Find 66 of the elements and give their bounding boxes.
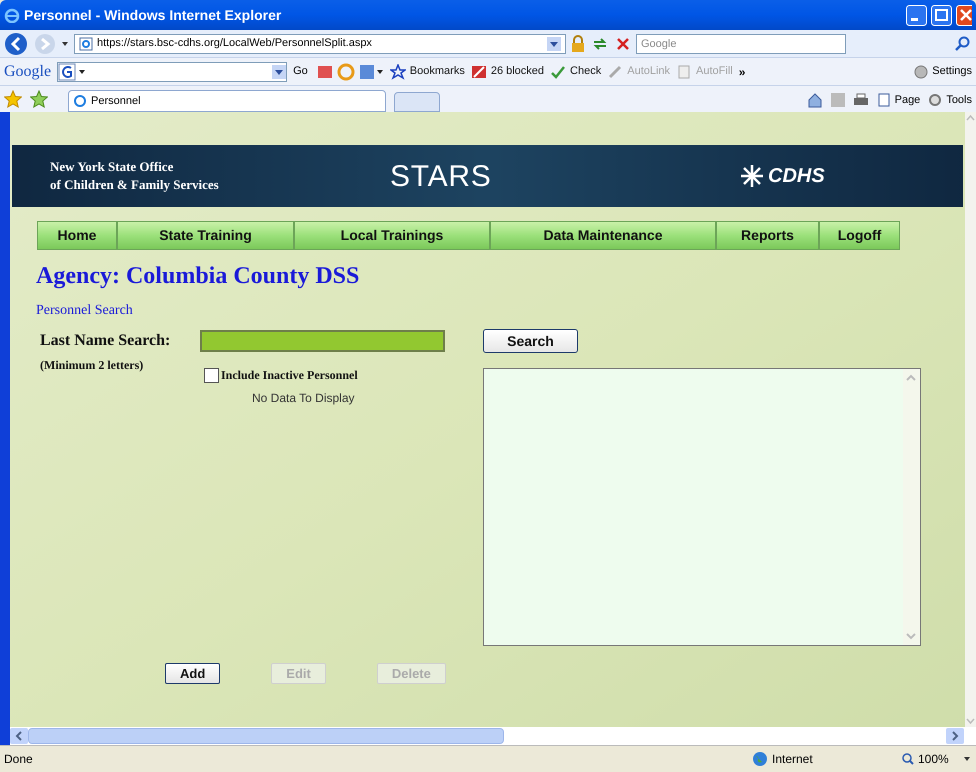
scroll-thumb[interactable] xyxy=(28,728,504,744)
empty-message: No Data To Display xyxy=(252,390,356,407)
more-button[interactable]: » xyxy=(738,62,746,80)
search-icon[interactable] xyxy=(954,34,972,52)
globe-icon xyxy=(752,751,768,767)
security-zone: Internet xyxy=(772,751,813,768)
minimize-button[interactable] xyxy=(906,4,927,26)
ie-logo-icon xyxy=(73,94,87,108)
nav-tab[interactable]: Local Trainings xyxy=(294,221,490,250)
nav-tab[interactable]: State Training xyxy=(117,221,294,250)
toolbar-button[interactable]: Bookmarks xyxy=(390,63,465,80)
maximize-button[interactable] xyxy=(931,4,952,26)
bookmarks-icon xyxy=(390,64,406,80)
go-button[interactable]: Go xyxy=(293,63,308,80)
google-search-field[interactable] xyxy=(57,62,288,82)
home-icon[interactable] xyxy=(806,92,823,108)
status-text: Done xyxy=(4,751,34,768)
dropdown-icon[interactable] xyxy=(547,36,561,50)
agency-heading: Agency: Columbia County DSS xyxy=(36,262,360,290)
emblem-icon xyxy=(740,164,764,188)
browser-tab[interactable]: Personnel xyxy=(68,90,386,112)
nav-tab[interactable]: Logoff xyxy=(819,221,900,250)
horizontal-scrollbar[interactable] xyxy=(0,727,976,745)
page-icon xyxy=(876,92,891,107)
checkbox-label: Include Inactive Personnel xyxy=(221,367,358,384)
google-logo: Google xyxy=(4,62,52,82)
add-favorite-icon[interactable] xyxy=(30,90,48,108)
gear-icon xyxy=(928,92,942,107)
page-scrollbar[interactable] xyxy=(965,112,976,727)
hint-text: (Minimum 2 letters) xyxy=(40,357,144,374)
organization-name: New York State Office xyxy=(50,158,174,176)
organization-name: of Children & Family Services xyxy=(50,176,220,194)
autolink-icon xyxy=(607,64,624,80)
zoom-button[interactable]: 100% xyxy=(902,750,962,768)
blocked-icon xyxy=(470,64,487,80)
settings-icon xyxy=(914,64,928,78)
search-field[interactable]: Google xyxy=(636,34,846,54)
check-icon xyxy=(550,64,566,80)
last-name-field[interactable] xyxy=(200,330,445,352)
autofill-icon xyxy=(676,64,692,80)
breadcrumb-link[interactable]: Personnel Search xyxy=(36,300,133,321)
page-icon xyxy=(79,36,93,50)
field-label: Last Name Search: xyxy=(40,331,172,351)
back-button[interactable] xyxy=(4,32,30,56)
nav-tab[interactable]: Reports xyxy=(716,221,819,250)
address-field[interactable]: https://stars.bsc-cdhs.org/LocalWeb/PersonnelSplit.aspx xyxy=(74,34,566,54)
nav-tab[interactable]: Data Maintenance xyxy=(490,221,716,250)
scrollbar[interactable] xyxy=(903,369,920,645)
print-icon[interactable] xyxy=(852,92,869,108)
close-button[interactable] xyxy=(956,4,972,26)
action-button[interactable]: Add xyxy=(165,663,220,684)
command-button[interactable]: Tools xyxy=(928,92,972,108)
settings-button[interactable]: Settings xyxy=(914,63,972,80)
command-button[interactable]: Page xyxy=(876,92,920,108)
ie-logo-icon xyxy=(4,7,20,23)
zoom-icon xyxy=(902,753,914,765)
toolbar-button[interactable]: 26 blocked xyxy=(470,63,544,80)
search-button[interactable]: Search xyxy=(483,329,578,353)
nav-tab[interactable]: Home xyxy=(37,221,117,250)
favorites-star-icon[interactable] xyxy=(4,90,22,108)
lock-icon xyxy=(570,34,586,52)
dropdown-icon[interactable] xyxy=(272,64,286,78)
toolbar-button[interactable]: Check xyxy=(550,63,602,80)
partner-logo: CDHS xyxy=(768,164,825,189)
app-logo: STARS xyxy=(390,158,493,194)
window-title: Personnel - Windows Internet Explorer xyxy=(24,6,282,25)
